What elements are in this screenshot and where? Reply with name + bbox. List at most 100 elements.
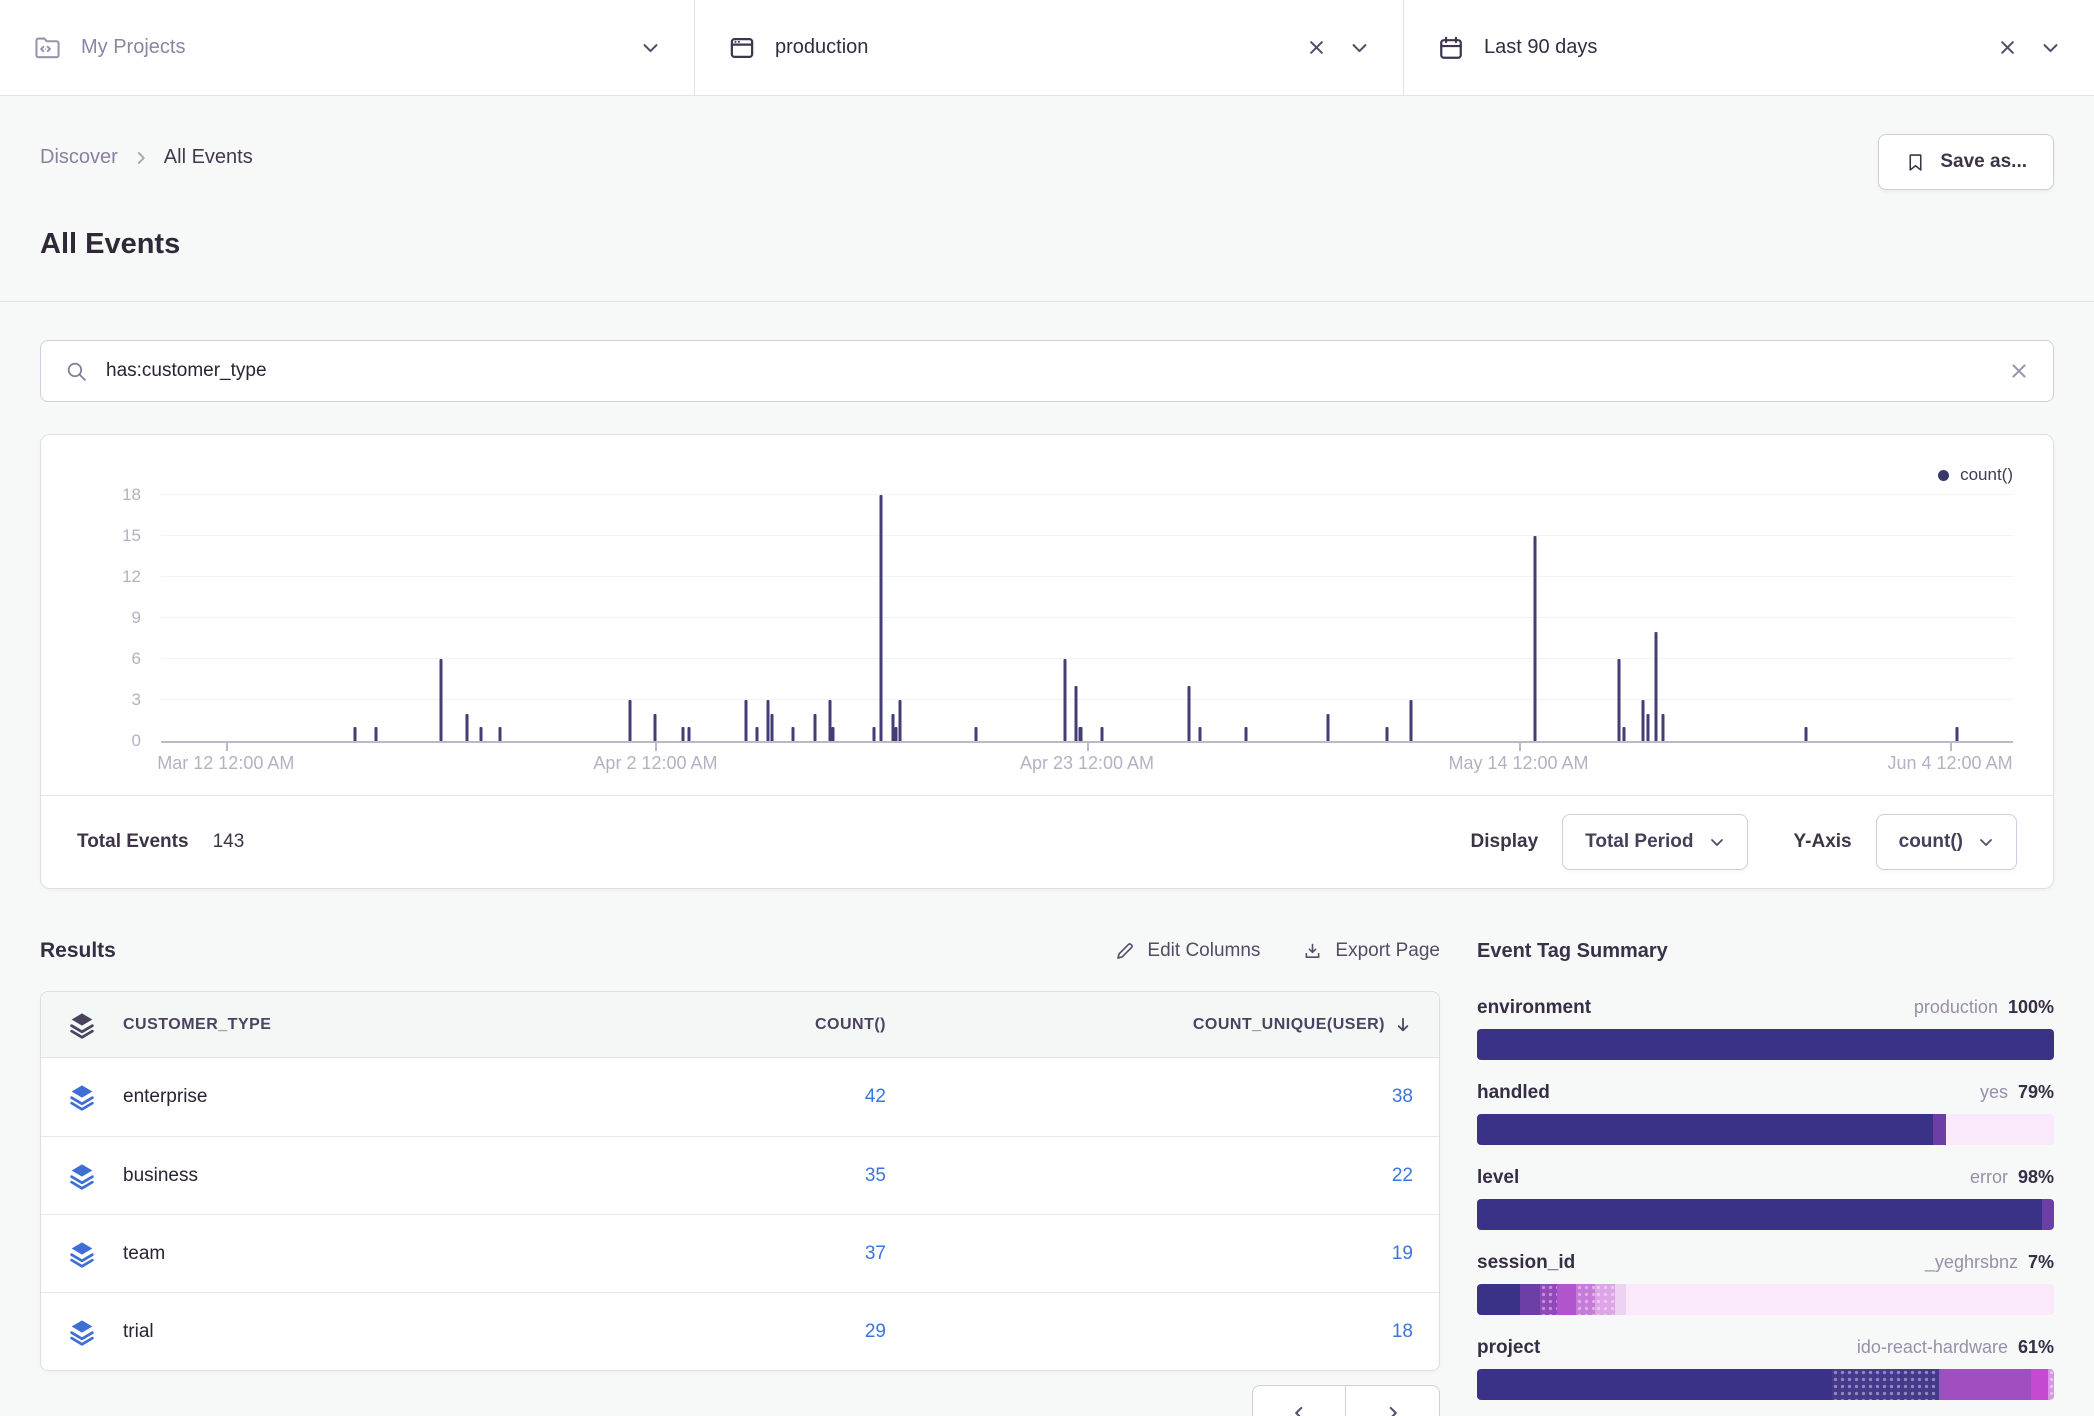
tag-bar-segment [2042, 1199, 2054, 1230]
chart-y-axis-labels: 0369121518 [41, 495, 141, 741]
stack-icon[interactable] [67, 1161, 97, 1191]
chart-bar [1410, 700, 1413, 741]
breadcrumb-separator-icon [132, 149, 150, 167]
tag-label-row: session_id_yeghrsbnz7% [1477, 1252, 2054, 1274]
edit-columns-button[interactable]: Edit Columns [1114, 940, 1260, 962]
pencil-icon [1114, 941, 1135, 962]
tag-bar-segment [1946, 1114, 2054, 1145]
pagination-next-button[interactable] [1346, 1385, 1440, 1416]
tag-top-value: production [1914, 997, 1998, 1018]
chart-plot-area[interactable] [161, 495, 2013, 741]
chart-bar [1654, 632, 1657, 741]
x-tick-label: Apr 2 12:00 AM [593, 753, 717, 774]
x-tick-mark [1950, 741, 1952, 751]
chart-bar [687, 727, 690, 741]
y-tick-label: 6 [132, 649, 141, 669]
tag-summary-entry: environmentproduction100% [1477, 997, 2054, 1060]
environment-chevron-down-icon[interactable] [1350, 38, 1369, 57]
customer-type-value: enterprise [123, 1086, 208, 1108]
x-tick-label: Mar 12 12:00 AM [157, 753, 294, 774]
tag-bar-segment [1477, 1199, 2042, 1230]
date-chevron-down-icon[interactable] [2041, 38, 2060, 57]
count-unique-user-link[interactable]: 38 [1392, 1086, 1439, 1108]
sort-descending-icon[interactable] [1393, 1015, 1413, 1035]
count-link[interactable]: 29 [865, 1321, 886, 1343]
search-bar [40, 340, 2054, 402]
tag-bar-segment [2048, 1369, 2054, 1400]
pagination-previous-button[interactable] [1252, 1385, 1346, 1416]
tag-distribution-bar[interactable] [1477, 1114, 2054, 1145]
table-row: business3522 [41, 1136, 1439, 1214]
tag-distribution-bar[interactable] [1477, 1029, 2054, 1060]
global-filter-bar: My Projects production [0, 0, 2094, 96]
display-select[interactable]: Total Period [1562, 814, 1747, 870]
breadcrumb-current: All Events [164, 146, 253, 169]
tag-label-row: levelerror98% [1477, 1167, 2054, 1189]
tag-bar-segment [1540, 1284, 1557, 1315]
tag-summary-title: Event Tag Summary [1477, 935, 2054, 967]
results-table-header: CUSTOMER_TYPE COUNT() COUNT_UNIQUE(USER) [41, 992, 1439, 1058]
save-as-button[interactable]: Save as... [1878, 134, 2054, 190]
legend-label: count() [1960, 465, 2013, 485]
breadcrumb-discover-link[interactable]: Discover [40, 146, 118, 169]
x-tick-label: May 14 12:00 AM [1448, 753, 1588, 774]
column-header-count-unique-user[interactable]: COUNT_UNIQUE(USER) [1193, 1016, 1385, 1034]
tag-bar-segment [1939, 1369, 2031, 1400]
display-label: Display [1471, 831, 1539, 853]
projects-folder-icon [34, 35, 61, 61]
chart-bar [891, 714, 894, 741]
search-input[interactable] [106, 360, 2009, 382]
export-page-button[interactable]: Export Page [1302, 940, 1440, 962]
discover-page: Discover All Events Save as... All Event… [0, 96, 2094, 1416]
x-tick-mark [655, 741, 657, 751]
tag-summary-entry: handledyes79% [1477, 1082, 2054, 1145]
chart-bar [756, 727, 759, 741]
chart-footer: Total Events 143 Display Total Period Y-… [41, 795, 2053, 888]
tag-name: level [1477, 1167, 1970, 1189]
date-clear-icon[interactable] [1998, 38, 2017, 57]
chart-legend[interactable]: count() [1938, 465, 2013, 485]
stack-icon[interactable] [67, 1082, 97, 1112]
chart-bar [880, 495, 883, 741]
count-unique-user-link[interactable]: 18 [1392, 1321, 1439, 1343]
project-chevron-down-icon[interactable] [641, 38, 660, 57]
y-axis-select[interactable]: count() [1876, 814, 2017, 870]
chart-bar [1534, 536, 1537, 741]
chart-bar [354, 727, 357, 741]
project-filter[interactable]: My Projects [0, 0, 695, 95]
customer-type-value: trial [123, 1321, 154, 1343]
stack-icon[interactable] [67, 1010, 97, 1040]
chart-gridline [161, 617, 2013, 618]
tag-name: handled [1477, 1082, 1980, 1104]
tag-distribution-bar[interactable] [1477, 1369, 2054, 1400]
count-unique-user-link[interactable]: 22 [1392, 1165, 1439, 1187]
column-header-customer-type[interactable]: CUSTOMER_TYPE [123, 1016, 271, 1034]
chart-bar [791, 727, 794, 741]
chart-bar [873, 727, 876, 741]
environment-filter-label: production [775, 36, 868, 59]
environment-clear-icon[interactable] [1307, 38, 1326, 57]
column-header-count[interactable]: COUNT() [815, 1016, 886, 1034]
legend-dot-icon [1938, 470, 1949, 481]
tag-percent: 100% [2008, 997, 2054, 1018]
search-clear-icon[interactable] [2009, 361, 2029, 381]
chart-bar [654, 714, 657, 741]
tag-bar-segment [1576, 1284, 1596, 1315]
chart-bar [1245, 727, 1248, 741]
count-link[interactable]: 35 [865, 1165, 886, 1187]
y-tick-label: 12 [122, 567, 141, 587]
tag-distribution-bar[interactable] [1477, 1199, 2054, 1230]
count-unique-user-link[interactable]: 19 [1392, 1243, 1439, 1265]
count-link[interactable]: 42 [865, 1086, 886, 1108]
tag-percent: 98% [2018, 1167, 2054, 1188]
tag-distribution-bar[interactable] [1477, 1284, 2054, 1315]
environment-filter[interactable]: production [695, 0, 1404, 95]
stack-icon[interactable] [67, 1239, 97, 1269]
stack-icon[interactable] [67, 1317, 97, 1347]
tag-bar-segment [1615, 1284, 1626, 1315]
count-link[interactable]: 37 [865, 1243, 886, 1265]
search-icon [65, 360, 88, 383]
tag-bar-segment [1595, 1284, 1615, 1315]
y-axis-label: Y-Axis [1794, 831, 1852, 853]
date-range-filter[interactable]: Last 90 days [1404, 0, 2094, 95]
